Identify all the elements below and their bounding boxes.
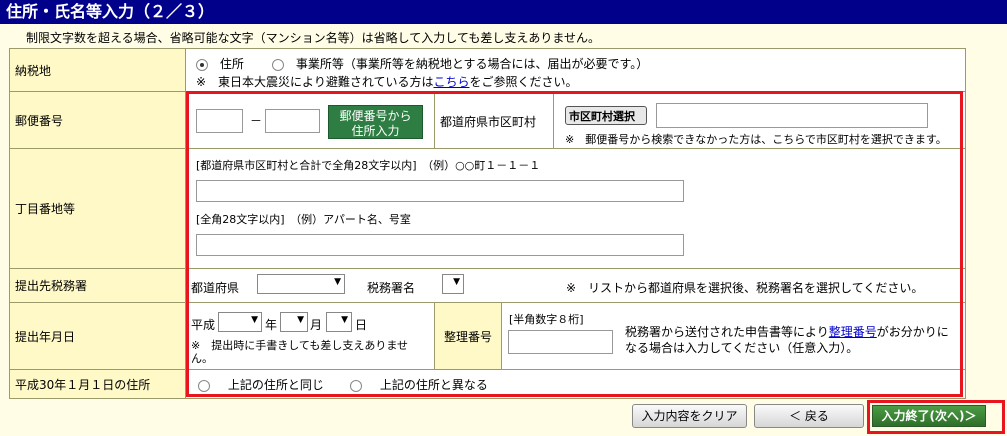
row-tax-office: 提出先税務署 都道府県 ▼ 税務署名 ▼ ※ リストから都道府県を選択後、税務署…	[10, 268, 965, 302]
postal-search-button[interactable]: 郵便番号から 住所入力	[328, 105, 423, 139]
ref-number-input[interactable]	[508, 330, 613, 354]
divider	[434, 92, 435, 149]
prefecture-select[interactable]: ▼	[257, 274, 345, 294]
clear-button[interactable]: 入力内容をクリア	[632, 404, 747, 428]
tax-office-label: 税務署名	[367, 281, 416, 295]
row-jan1-address: 平成30年１月１日の住所 上記の住所と同じ 上記の住所と異なる	[10, 369, 965, 398]
ref-number-note: 税務署から送付された申告書等により整理番号がお分かりになる場合は入力してください…	[625, 324, 955, 356]
row-street: 丁目番地等 [都道府県市区町村と合計で全角28文字以内] （例）○○町１－１－１…	[10, 148, 965, 268]
day-label: 日	[355, 318, 368, 332]
radio-diff-label: 上記の住所と異なる	[379, 378, 488, 392]
radio-office[interactable]	[272, 58, 284, 71]
divider	[501, 303, 502, 370]
row-tax-place: 納税地 住所 事業所等（事業所等を納税地とする場合には、届出が必要です。） ※ …	[10, 49, 965, 91]
next-button[interactable]: 入力終了(次へ)＞	[872, 405, 986, 427]
street-address-input[interactable]	[196, 180, 684, 202]
month-label: 月	[310, 318, 323, 332]
page-title: 住所・氏名等入力（２／３）	[0, 0, 1007, 24]
radio-different-address[interactable]	[350, 379, 362, 392]
ref-number-hint: [半角数字８桁]	[509, 313, 584, 326]
era-label: 平成	[191, 318, 216, 332]
date-note: ※ 提出時に手書きしても差し支えありません。	[191, 339, 409, 365]
month-select[interactable]: ▼	[280, 312, 308, 332]
year-label: 年	[265, 318, 278, 332]
evacuation-note: ※ 東日本大震災により避難されている方はこちらをご参照ください。	[196, 73, 578, 90]
building-input[interactable]	[196, 234, 684, 256]
divider	[553, 92, 554, 149]
label-jan1-address: 平成30年１月１日の住所	[10, 370, 186, 398]
radio-same-label: 上記の住所と同じ	[227, 378, 324, 392]
ref-number-label: 整理番号	[435, 303, 501, 370]
postal-code-first[interactable]	[196, 109, 243, 133]
label-submit-date: 提出年月日	[10, 303, 186, 369]
label-tax-place: 納税地	[10, 49, 186, 91]
building-hint: [全角28文字以内] （例）アパート名、号室	[196, 213, 411, 226]
label-postal: 郵便番号	[10, 92, 186, 148]
ref-number-link[interactable]: 整理番号	[829, 325, 877, 339]
ref-note-prefix: 税務署から送付された申告書等により	[625, 325, 829, 339]
back-button[interactable]: ＜ 戻る	[754, 404, 864, 428]
year-select[interactable]: ▼	[218, 312, 262, 332]
prefecture-label: 都道府県	[191, 281, 240, 295]
radio-office-label: 事業所等（事業所等を納税地とする場合には、届出が必要です。）	[295, 57, 649, 71]
row-submit-date: 提出年月日 平成 ▼ 年 ▼ 月 ▼ 日 ※ 提出時に手書きしても差し支えありま…	[10, 302, 965, 370]
city-field[interactable]	[656, 103, 928, 128]
address-form: 納税地 住所 事業所等（事業所等を納税地とする場合には、届出が必要です。） ※ …	[9, 48, 966, 399]
ref-number-label-text: 整理番号	[443, 330, 492, 344]
radio-office-group: 事業所等（事業所等を納税地とする場合には、届出が必要です。）	[272, 55, 648, 72]
city-select-button[interactable]: 市区町村選択	[565, 106, 647, 125]
radio-address-group: 住所	[196, 55, 244, 72]
postal-code-second[interactable]	[265, 109, 320, 133]
evac-suffix: をご参照ください。	[469, 75, 578, 89]
city-select-note: ※ 郵便番号から検索できなかった方は、こちらで市区町村を選択できます。	[565, 133, 947, 146]
label-tax-office: 提出先税務署	[10, 269, 186, 302]
row-postal: 郵便番号 － 郵便番号から 住所入力 都道府県市区町村 市区町村選択 ※ 郵便番…	[10, 91, 965, 149]
radio-address[interactable]	[196, 58, 208, 71]
pref-city-label: 都道府県市区町村	[440, 115, 537, 129]
evac-prefix: ※ 東日本大震災により避難されている方は	[196, 75, 434, 89]
radio-diff-group: 上記の住所と異なる	[350, 376, 488, 393]
evac-link[interactable]: こちら	[433, 75, 469, 89]
radio-address-label: 住所	[219, 57, 244, 71]
radio-same-group: 上記の住所と同じ	[198, 376, 324, 393]
label-street: 丁目番地等	[10, 149, 186, 268]
input-note: 制限文字数を超える場合、省略可能な文字（マンション名等）は省略して入力しても差し…	[26, 31, 600, 45]
postal-dash: －	[250, 114, 263, 128]
radio-same-address[interactable]	[198, 379, 210, 392]
day-select[interactable]: ▼	[326, 312, 352, 332]
tax-office-select[interactable]: ▼	[442, 274, 464, 294]
street-hint: [都道府県市区町村と合計で全角28文字以内] （例）○○町１－１－１	[196, 159, 541, 172]
tax-office-note: ※ リストから都道府県を選択後、税務署名を選択してください。	[566, 281, 924, 295]
